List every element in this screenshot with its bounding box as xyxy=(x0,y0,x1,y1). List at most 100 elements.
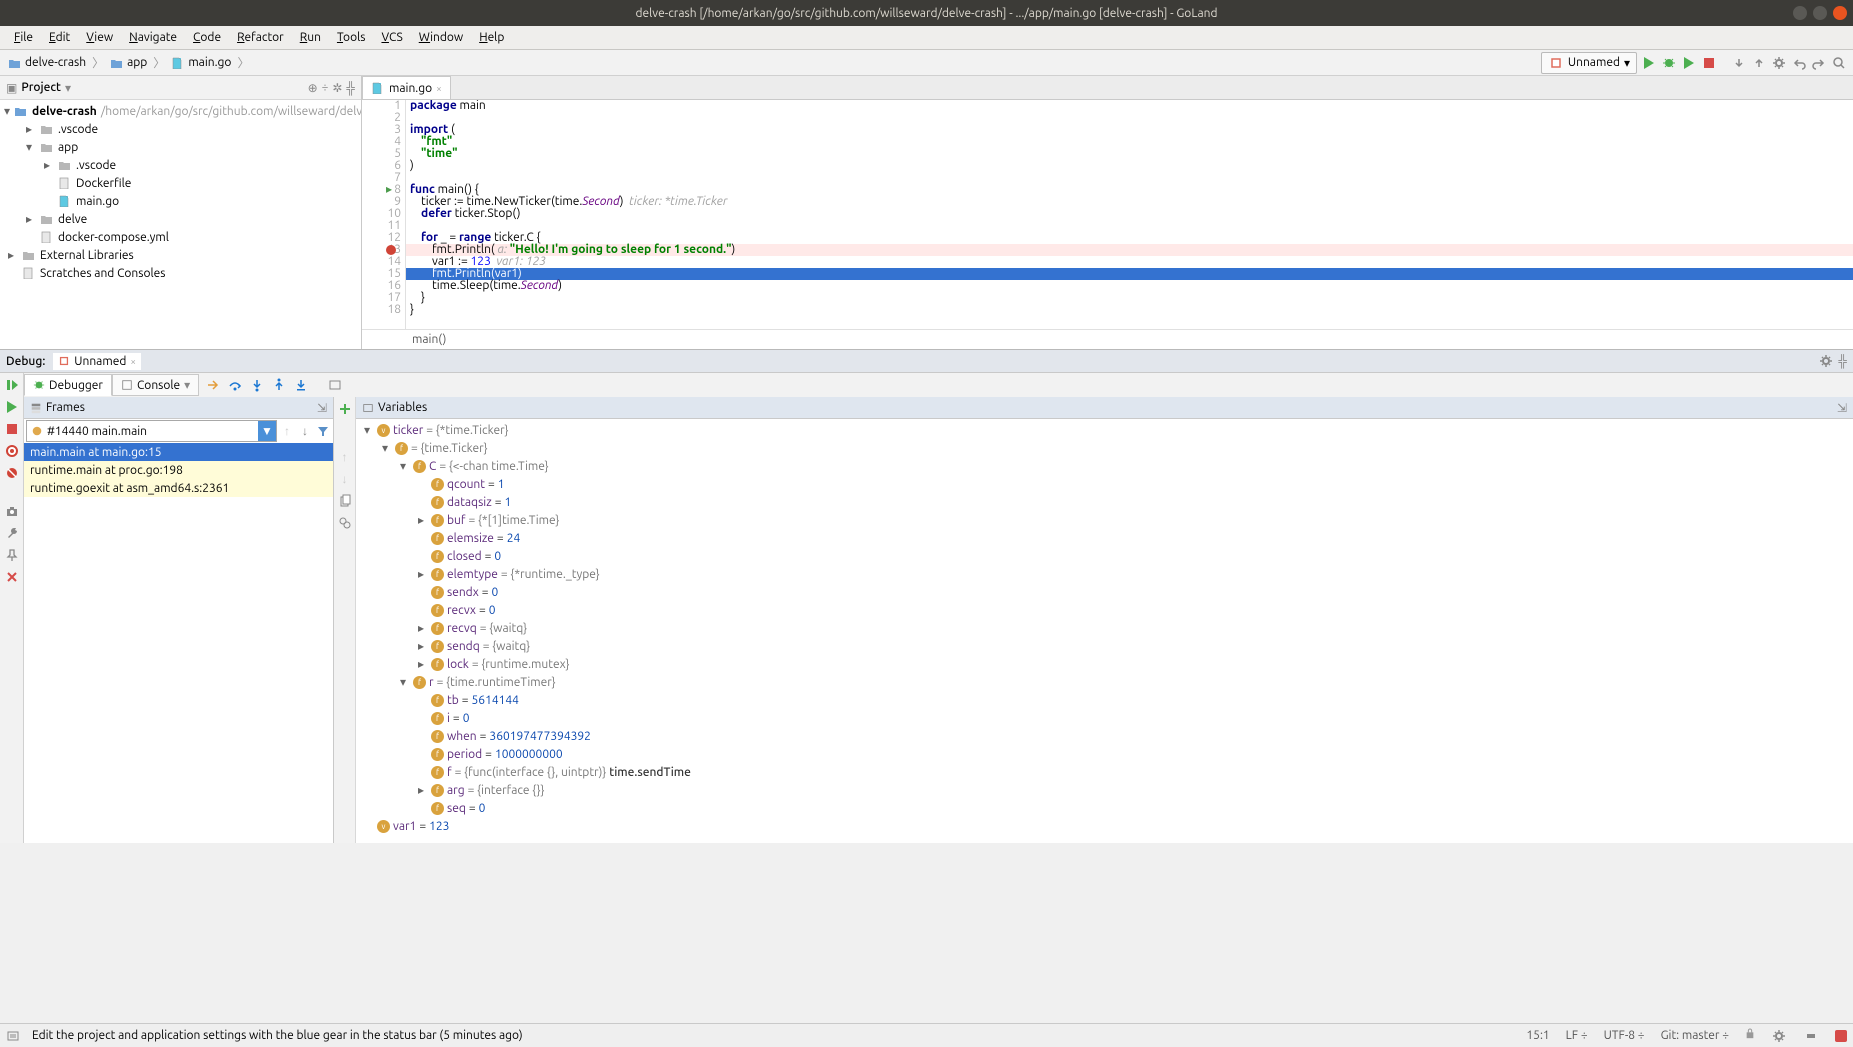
hide-icon[interactable]: ╬ xyxy=(1838,354,1847,368)
menu-window[interactable]: Window xyxy=(413,29,469,46)
editor-body[interactable]: 123456789101112131415161718▸ package mai… xyxy=(362,100,1853,329)
caret-icon[interactable]: ▸ xyxy=(26,212,36,226)
code-line[interactable] xyxy=(406,112,1853,124)
caret-icon[interactable]: ▸ xyxy=(418,657,428,671)
project-tree[interactable]: ▾ delve-crash /home/arkan/go/src/github.… xyxy=(0,100,361,349)
variable-row[interactable]: f f = {func(interface {}, uintptr)} time… xyxy=(356,763,1853,781)
down-stack-button[interactable]: ↓ xyxy=(337,471,353,487)
menu-refactor[interactable]: Refactor xyxy=(231,29,290,46)
variables-tree[interactable]: ▾v ticker = {*time.Ticker}▾f = {time.Tic… xyxy=(356,419,1853,843)
chevron-down-icon[interactable]: ▼ xyxy=(258,421,276,441)
variable-row[interactable]: ▸f lock = {runtime.mutex} xyxy=(356,655,1853,673)
minimize-button[interactable] xyxy=(1793,6,1807,20)
tab-debugger[interactable]: Debugger xyxy=(24,374,112,396)
update-button[interactable] xyxy=(1731,55,1747,71)
search-button[interactable] xyxy=(1831,55,1847,71)
run-to-cursor-button[interactable] xyxy=(293,377,309,393)
step-out-button[interactable] xyxy=(271,377,287,393)
copy-button[interactable] xyxy=(337,493,353,509)
variable-row[interactable]: v var1 = 123 xyxy=(356,817,1853,835)
encoding[interactable]: UTF-8 ÷ xyxy=(1604,1029,1645,1042)
caret-icon[interactable]: ▸ xyxy=(8,248,18,262)
variable-row[interactable]: f elemsize = 24 xyxy=(356,529,1853,547)
target-icon[interactable]: ⊕ xyxy=(308,81,318,95)
restore-icon[interactable]: ⇲ xyxy=(317,401,327,415)
variable-row[interactable]: f tb = 5614144 xyxy=(356,691,1853,709)
step-into-button[interactable] xyxy=(249,377,265,393)
layout-button[interactable] xyxy=(4,503,20,519)
code-line[interactable]: import ( xyxy=(406,124,1853,136)
breadcrumb-item[interactable]: delve-crash xyxy=(6,55,88,70)
code-line[interactable]: "time" xyxy=(406,148,1853,160)
gutter[interactable]: 123456789101112131415161718▸ xyxy=(362,100,406,329)
tree-item[interactable]: ▸.vscode xyxy=(0,120,361,138)
code-line[interactable]: "fmt" xyxy=(406,136,1853,148)
code-line[interactable]: package main xyxy=(406,100,1853,112)
caret-icon[interactable]: ▾ xyxy=(382,441,392,455)
tree-item[interactable]: Dockerfile xyxy=(0,174,361,192)
variable-row[interactable]: f qcount = 1 xyxy=(356,475,1853,493)
caret-icon[interactable]: ▸ xyxy=(418,621,428,635)
caret-icon[interactable]: ▸ xyxy=(418,783,428,797)
code-line[interactable] xyxy=(406,172,1853,184)
gear-icon[interactable]: ✲ xyxy=(332,81,342,95)
variable-row[interactable]: ▾v ticker = {*time.Ticker} xyxy=(356,421,1853,439)
run-config-selector[interactable]: Unnamed ▾ xyxy=(1541,52,1637,74)
debug-session-tab[interactable]: Unnamed × xyxy=(53,353,141,370)
variable-row[interactable]: ▸f elemtype = {*runtime._type} xyxy=(356,565,1853,583)
evaluate-button[interactable] xyxy=(327,377,343,393)
caret-icon[interactable]: ▸ xyxy=(418,639,428,653)
next-frame-button[interactable]: ↓ xyxy=(297,423,313,439)
code-line[interactable]: time.Sleep(time.Second) xyxy=(406,280,1853,292)
stack-frame[interactable]: main.main at main.go:15 xyxy=(24,443,333,461)
code-line[interactable]: var1 := 123 var1: 123 xyxy=(406,256,1853,268)
code-line[interactable]: defer ticker.Stop() xyxy=(406,208,1853,220)
menu-tools[interactable]: Tools xyxy=(331,29,372,46)
coverage-button[interactable] xyxy=(1681,55,1697,71)
code-line[interactable]: fmt.Println( a: "Hello! I'm going to sle… xyxy=(406,244,1853,256)
menu-navigate[interactable]: Navigate xyxy=(123,29,183,46)
close-button[interactable] xyxy=(4,569,20,585)
run-gutter-icon[interactable]: ▸ xyxy=(386,184,392,196)
filter-button[interactable] xyxy=(315,423,331,439)
maximize-button[interactable] xyxy=(1813,6,1827,20)
collapse-icon[interactable]: ÷ xyxy=(322,81,329,95)
close-icon[interactable]: × xyxy=(130,356,136,367)
gear-icon[interactable] xyxy=(1771,1028,1787,1044)
history-button[interactable] xyxy=(1771,55,1787,71)
variable-row[interactable]: ▸f sendq = {waitq} xyxy=(356,637,1853,655)
stack-frame[interactable]: runtime.main at proc.go:198 xyxy=(24,461,333,479)
gear-icon[interactable] xyxy=(1818,353,1834,369)
caret-icon[interactable]: ▾ xyxy=(26,140,36,154)
variable-row[interactable]: f period = 1000000000 xyxy=(356,745,1853,763)
menu-help[interactable]: Help xyxy=(473,29,510,46)
step-over-button[interactable] xyxy=(227,377,243,393)
commit-button[interactable] xyxy=(1751,55,1767,71)
watches-link-button[interactable] xyxy=(337,515,353,531)
variable-row[interactable]: f when = 360197477394392 xyxy=(356,727,1853,745)
events-icon[interactable] xyxy=(6,1029,20,1043)
breadcrumb-item[interactable]: main.go xyxy=(169,55,233,70)
pin-button[interactable] xyxy=(4,547,20,563)
menu-vcs[interactable]: VCS xyxy=(375,29,408,46)
up-stack-button[interactable]: ↑ xyxy=(337,449,353,465)
menu-edit[interactable]: Edit xyxy=(43,29,76,46)
code-line[interactable]: ) xyxy=(406,160,1853,172)
code-line[interactable] xyxy=(406,220,1853,232)
restore-icon[interactable]: ⇲ xyxy=(1837,401,1847,415)
tree-item[interactable]: Scratches and Consoles xyxy=(0,264,361,282)
variable-row[interactable]: f sendx = 0 xyxy=(356,583,1853,601)
breadcrumb-item[interactable]: app xyxy=(108,55,149,70)
redo-button[interactable] xyxy=(1811,55,1827,71)
caret-icon[interactable]: ▸ xyxy=(418,513,428,527)
variable-row[interactable]: ▸f arg = {interface {}} xyxy=(356,781,1853,799)
stop-button[interactable] xyxy=(1701,55,1717,71)
variable-row[interactable]: f dataqsiz = 1 xyxy=(356,493,1853,511)
stop-button[interactable] xyxy=(4,421,20,437)
git-branch[interactable]: Git: master ÷ xyxy=(1661,1029,1729,1042)
undo-button[interactable] xyxy=(1791,55,1807,71)
frame-stack[interactable]: main.main at main.go:15runtime.main at p… xyxy=(24,443,333,843)
project-view-selector[interactable]: ▣ Project ▾ xyxy=(6,81,71,95)
debug-button[interactable] xyxy=(1661,55,1677,71)
editor-tab-main-go[interactable]: main.go × xyxy=(362,76,451,99)
